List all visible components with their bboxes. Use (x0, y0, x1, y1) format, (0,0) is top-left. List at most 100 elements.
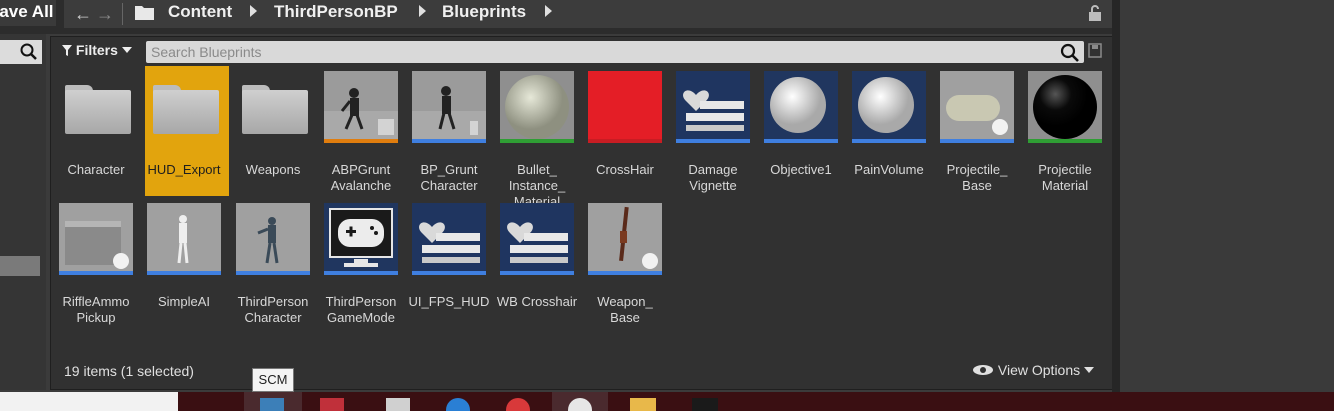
asset-label: Objective1 (770, 162, 832, 177)
search-input[interactable] (146, 41, 1051, 63)
asset-tile[interactable]: ThirdPerson GameMode (322, 198, 400, 328)
view-options-label: View Options (997, 362, 1081, 378)
asset-tile[interactable]: ABPGrunt Avalanche (322, 66, 400, 196)
asset-type-bar (588, 139, 662, 143)
asset-type-bar (500, 139, 574, 143)
back-arrow-icon[interactable]: ← (74, 4, 92, 25)
asset-tile[interactable]: Character (57, 66, 135, 196)
asset-type-bar (147, 271, 221, 275)
asset-type-bar (1028, 139, 1102, 143)
chevron-right-icon[interactable] (545, 5, 552, 17)
widget-blueprint-thumbnail (500, 203, 574, 275)
asset-tile[interactable]: RiffleAmmo Pickup (57, 198, 135, 328)
asset-type-bar (764, 139, 838, 143)
asset-type-bar (940, 139, 1014, 143)
material-instance-thumbnail (500, 71, 574, 143)
folder-icon (59, 71, 133, 143)
asset-label: UI_FPS_HUD (408, 294, 490, 309)
search-bar (146, 41, 1084, 63)
asset-label: ABPGrunt Avalanche (330, 162, 392, 193)
asset-label: Character (67, 162, 125, 177)
forward-arrow-icon[interactable]: → (96, 4, 114, 25)
taskbar-app-icon[interactable] (630, 398, 656, 411)
view-options-button[interactable]: View Options (972, 362, 1095, 378)
breadcrumb: ← → Content ThirdPersonBP Blueprints (64, 0, 1114, 28)
sources-search-input[interactable] (0, 40, 42, 64)
folder-icon (236, 71, 310, 143)
chevron-down-icon (121, 47, 132, 53)
asset-tile[interactable]: Damage Vignette (674, 66, 752, 196)
asset-type-bar (852, 139, 926, 143)
asset-tile[interactable]: Projectile_ Base (938, 66, 1016, 196)
asset-tile[interactable]: Weapon_ Base (586, 198, 664, 328)
sources-selected-row[interactable] (0, 256, 40, 276)
breadcrumb-divider (122, 3, 123, 25)
widget-blueprint-thumbnail (676, 71, 750, 143)
search-icon[interactable] (20, 43, 38, 61)
asset-label: CrossHair (596, 162, 654, 177)
taskbar-app-icon[interactable] (260, 398, 284, 411)
blueprint-thumbnail (940, 71, 1014, 143)
right-panel (1120, 0, 1334, 392)
asset-label: PainVolume (854, 162, 924, 177)
filters-label: Filters (75, 42, 118, 58)
asset-tile[interactable]: SimpleAI (145, 198, 223, 328)
asset-tile[interactable]: PainVolume (850, 66, 928, 196)
asset-tile[interactable]: CrossHair (586, 66, 664, 196)
folder-icon (135, 6, 154, 20)
breadcrumb-content[interactable]: Content (168, 2, 232, 22)
taskbar-app-icon[interactable] (320, 398, 344, 411)
texture-thumbnail (588, 71, 662, 143)
breadcrumb-blueprints[interactable]: Blueprints (442, 2, 526, 22)
taskbar-app-icon[interactable] (692, 398, 718, 411)
asset-label: Projectile_ Base (946, 162, 1008, 193)
asset-type-bar (500, 271, 574, 275)
taskbar-search-area[interactable] (0, 392, 178, 411)
asset-tile[interactable]: Bullet_ Instance_ Material (498, 66, 576, 209)
save-all-button[interactable]: Save All (0, 0, 56, 26)
folder-icon (147, 71, 221, 143)
asset-type-bar (324, 271, 398, 275)
gamemode-thumbnail (324, 203, 398, 275)
asset-type-bar (324, 139, 398, 143)
asset-label: Damage Vignette (688, 162, 738, 193)
asset-type-bar (412, 271, 486, 275)
asset-tile[interactable]: BP_Grunt Character (410, 66, 488, 196)
asset-tile[interactable]: ThirdPerson Character (234, 198, 312, 328)
asset-tile-selected[interactable]: HUD_Export (145, 66, 229, 196)
widget-blueprint-thumbnail (412, 203, 486, 275)
filters-button[interactable]: Filters (62, 42, 132, 58)
blueprint-thumbnail (852, 71, 926, 143)
save-search-icon[interactable] (1088, 43, 1102, 59)
chevron-right-icon[interactable] (250, 5, 257, 17)
asset-tile[interactable]: UI_FPS_HUD (409, 198, 489, 328)
asset-type-bar (588, 271, 662, 275)
asset-type-bar (236, 271, 310, 275)
blueprint-thumbnail (412, 71, 486, 143)
asset-label: HUD_Export (147, 162, 221, 177)
asset-label: Weapons (245, 162, 301, 177)
taskbar-app-icon[interactable] (386, 398, 410, 411)
asset-label: Projectile Material (1038, 162, 1092, 193)
breadcrumb-thirdpersonbp[interactable]: ThirdPersonBP (274, 2, 398, 22)
blueprint-thumbnail (147, 203, 221, 275)
asset-tile[interactable]: WB Crosshair (497, 198, 577, 328)
asset-tile[interactable]: Objective1 (762, 66, 840, 196)
asset-tile[interactable]: Weapons (234, 66, 312, 196)
lock-icon[interactable] (1088, 4, 1102, 22)
blueprint-thumbnail (588, 203, 662, 275)
panel-divider[interactable] (1112, 0, 1120, 392)
sources-panel (0, 34, 46, 390)
material-thumbnail (1028, 71, 1102, 143)
windows-taskbar (0, 392, 1334, 411)
asset-label: SimpleAI (157, 294, 211, 309)
asset-tile[interactable]: Projectile Material (1026, 66, 1104, 196)
tooltip: SCM (252, 368, 294, 392)
asset-label: ThirdPerson Character (237, 294, 309, 325)
chevron-right-icon[interactable] (419, 5, 426, 17)
blueprint-thumbnail (59, 203, 133, 275)
search-icon[interactable] (1060, 43, 1080, 62)
asset-label: ThirdPerson GameMode (325, 294, 397, 325)
asset-label: Weapon_ Base (597, 294, 653, 325)
asset-label: BP_Grunt Character (420, 162, 478, 193)
